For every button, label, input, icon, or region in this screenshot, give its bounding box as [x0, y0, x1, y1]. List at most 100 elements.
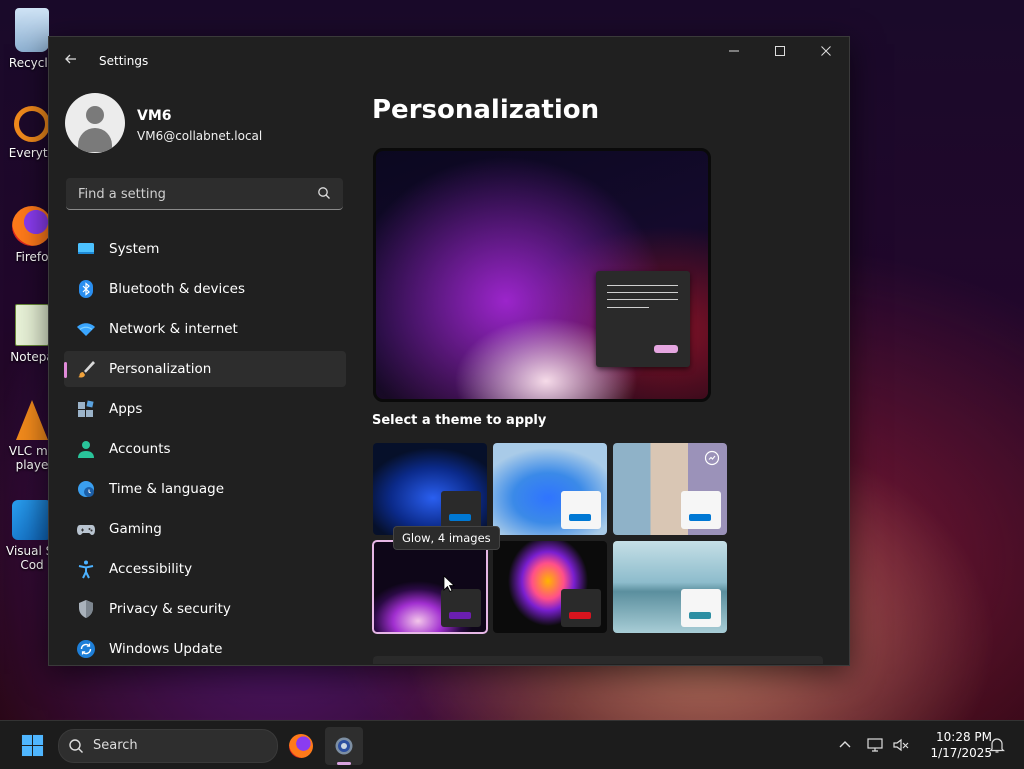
- firefox-icon: [12, 206, 52, 246]
- theme-sample-window: [681, 491, 721, 529]
- theme-tooltip: Glow, 4 images: [393, 526, 500, 550]
- clock-date: 1/17/2025: [930, 746, 992, 760]
- sidebar-item-label: Privacy & security: [109, 601, 231, 617]
- everything-search-icon: [14, 106, 50, 142]
- theme-sample-window: [441, 589, 481, 627]
- start-button[interactable]: [21, 734, 44, 757]
- sidebar-item-windows-update[interactable]: Windows Update: [64, 631, 346, 665]
- taskbar-firefox[interactable]: [282, 727, 320, 765]
- taskbar-settings[interactable]: [325, 727, 363, 765]
- preview-sample-window: [596, 271, 690, 367]
- sidebar-item-label: Accounts: [109, 441, 171, 457]
- sidebar-item-apps[interactable]: Apps: [64, 391, 346, 427]
- avatar: [65, 93, 125, 153]
- taskbar: Search 10:28 PM 1/17/2025: [0, 720, 1024, 769]
- update-icon: [77, 640, 95, 658]
- theme-flow[interactable]: [613, 541, 727, 633]
- wifi-icon: [77, 323, 95, 336]
- theme-captured-motion[interactable]: [493, 541, 607, 633]
- theme-windows-light[interactable]: [493, 443, 607, 535]
- window-title: Settings: [99, 54, 149, 68]
- accessibility-icon: [78, 560, 94, 579]
- user-name: VM6: [137, 108, 172, 124]
- sidebar-item-label: Bluetooth & devices: [109, 281, 246, 297]
- clock-time: 10:28 PM: [936, 730, 992, 744]
- next-section-card: [373, 656, 823, 664]
- sidebar-item-network[interactable]: Network & internet: [64, 311, 346, 347]
- maximize-button[interactable]: [757, 37, 803, 71]
- network-status-icon[interactable]: [866, 736, 884, 754]
- sidebar-item-label: Windows Update: [109, 641, 223, 657]
- gamepad-icon: [77, 525, 95, 535]
- theme-windows-spotlight[interactable]: [613, 443, 727, 535]
- minimize-icon: [729, 50, 739, 52]
- active-app-indicator: [337, 762, 351, 765]
- maximize-icon: [775, 46, 785, 56]
- search-icon[interactable]: [317, 186, 331, 200]
- title-bar: Settings: [49, 37, 849, 83]
- spotlight-icon: [704, 450, 720, 466]
- theme-sample-window: [681, 589, 721, 627]
- theme-sample-window: [561, 491, 601, 529]
- vlc-icon: [16, 400, 48, 440]
- accounts-icon: [78, 441, 94, 458]
- sidebar-item-time-language[interactable]: Time & language: [64, 471, 346, 507]
- sidebar-item-label: Network & internet: [109, 321, 238, 337]
- back-button[interactable]: [63, 51, 83, 71]
- find-setting-search: [66, 178, 343, 210]
- brush-icon: [78, 361, 95, 378]
- sidebar-item-label: Personalization: [109, 361, 212, 377]
- sidebar-item-personalization[interactable]: Personalization: [64, 351, 346, 387]
- theme-glow[interactable]: [372, 540, 488, 634]
- volume-muted-icon[interactable]: [892, 736, 910, 754]
- sidebar-item-label: Apps: [109, 401, 143, 417]
- theme-accent-bar: [569, 612, 591, 619]
- taskbar-search[interactable]: Search: [58, 729, 278, 763]
- theme-accent-bar: [689, 514, 711, 521]
- mouse-cursor-icon: [443, 575, 455, 593]
- vscode-icon: [12, 500, 52, 540]
- theme-accent-bar: [449, 612, 471, 619]
- notepad-icon: [15, 304, 49, 346]
- gear-icon: [335, 737, 353, 755]
- theme-sample-window: [561, 589, 601, 627]
- minimize-button[interactable]: [711, 37, 757, 71]
- active-indicator: [64, 362, 67, 378]
- sidebar-item-accessibility[interactable]: Accessibility: [64, 551, 346, 587]
- sidebar-item-bluetooth[interactable]: Bluetooth & devices: [64, 271, 346, 307]
- sidebar-item-privacy[interactable]: Privacy & security: [64, 591, 346, 627]
- sidebar-item-system[interactable]: System: [64, 231, 346, 267]
- sidebar-item-accounts[interactable]: Accounts: [64, 431, 346, 467]
- firefox-icon: [289, 734, 313, 758]
- globe-clock-icon: [78, 481, 94, 497]
- sidebar-item-label: Accessibility: [109, 561, 193, 577]
- notification-bell-icon[interactable]: [988, 736, 1006, 754]
- back-arrow-icon: [65, 54, 76, 64]
- search-input[interactable]: [76, 184, 310, 204]
- chevron-up-icon[interactable]: [836, 736, 854, 754]
- page-title: Personalization: [372, 95, 600, 125]
- sidebar-item-gaming[interactable]: Gaming: [64, 511, 346, 547]
- user-email: VM6@collabnet.local: [137, 129, 263, 143]
- search-icon: [69, 739, 83, 753]
- bluetooth-icon: [79, 280, 93, 298]
- taskbar-search-label: Search: [93, 738, 138, 753]
- theme-accent-bar: [689, 612, 711, 619]
- close-icon: [821, 46, 831, 56]
- system-clock[interactable]: 10:28 PM 1/17/2025: [918, 729, 992, 761]
- sidebar-item-label: Gaming: [109, 521, 162, 537]
- recycle-bin-icon: [15, 8, 49, 52]
- close-button[interactable]: [803, 37, 849, 71]
- theme-preview: [373, 148, 711, 402]
- sidebar-nav: System Bluetooth & devices Network & int…: [64, 231, 346, 665]
- preview-sample-button: [654, 345, 678, 353]
- theme-sample-window: [441, 491, 481, 529]
- shield-icon: [79, 600, 93, 618]
- themes-section-title: Select a theme to apply: [372, 413, 547, 428]
- theme-accent-bar: [569, 514, 591, 521]
- theme-windows-dark[interactable]: [373, 443, 487, 535]
- theme-accent-bar: [449, 514, 471, 521]
- sidebar-item-label: Time & language: [109, 481, 225, 497]
- system-icon: [78, 243, 94, 254]
- apps-icon: [78, 400, 94, 417]
